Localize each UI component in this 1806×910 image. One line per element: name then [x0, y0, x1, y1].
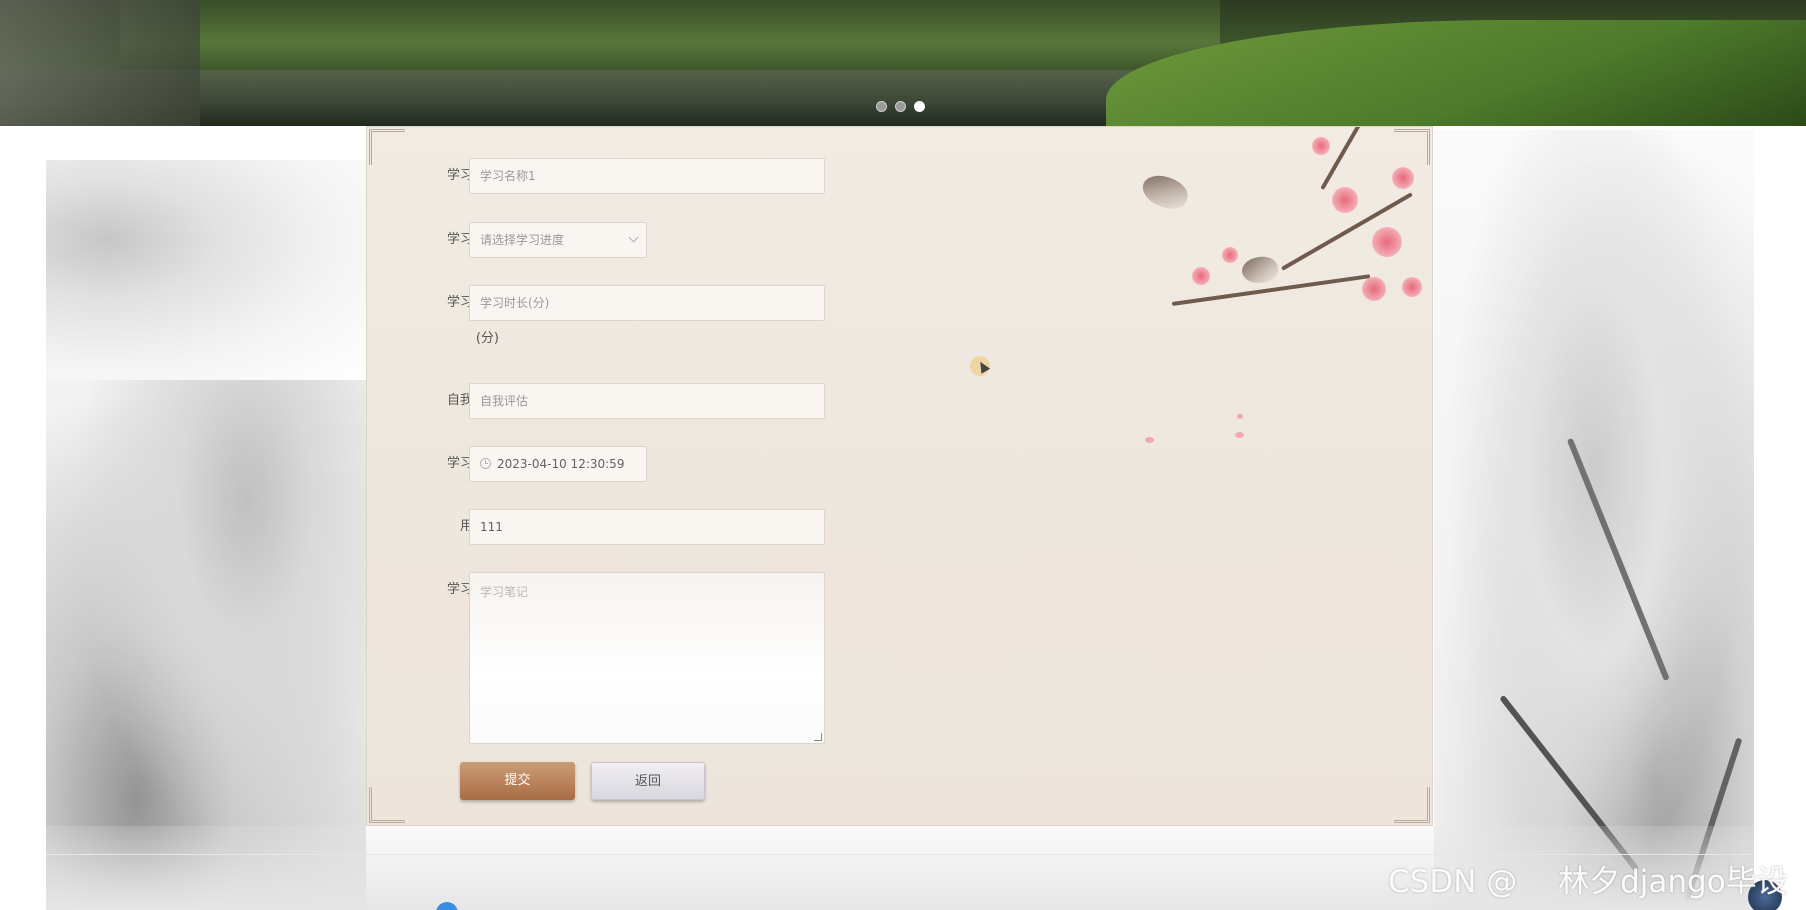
submit-button[interactable]: 提交: [460, 762, 575, 800]
petal: [1237, 414, 1243, 419]
blossom: [1192, 267, 1210, 285]
blossom: [1402, 277, 1422, 297]
carousel-dot-2[interactable]: [895, 101, 906, 112]
textarea-placeholder: 学习笔记: [480, 585, 529, 599]
study-duration-input[interactable]: 学习时长(分): [469, 285, 825, 321]
petal: [1145, 437, 1154, 443]
select-placeholder: 请选择学习进度: [480, 233, 565, 247]
resize-handle-icon[interactable]: [814, 733, 822, 741]
carousel-dot-1[interactable]: [876, 101, 887, 112]
study-notes-textarea[interactable]: 学习笔记: [469, 572, 825, 744]
divider: [46, 854, 1754, 855]
chevron-down-icon: [628, 232, 639, 243]
form-panel: 学习名称 学习名称1 学习进度 请选择学习进度 学习时长 (分) 学习时长(分)…: [366, 126, 1433, 826]
blossom: [1312, 137, 1330, 155]
blossom: [1362, 277, 1386, 301]
watermark-text: CSDN @ 林夕django毕设: [1388, 864, 1788, 900]
study-time-picker[interactable]: 2023-04-10 12:30:59: [469, 446, 647, 482]
branch: [1320, 127, 1384, 190]
clock-icon: [480, 458, 491, 469]
study-name-input[interactable]: 学习名称1: [469, 158, 825, 194]
username-input[interactable]: 111: [469, 509, 825, 545]
corner-ornament: [369, 129, 405, 165]
back-button[interactable]: 返回: [591, 762, 705, 800]
bird: [1138, 170, 1192, 214]
plum-blossom-decoration: [1132, 127, 1432, 457]
blossom: [1222, 247, 1238, 263]
banner-trees: [120, 0, 1220, 70]
petal: [1235, 432, 1244, 438]
study-progress-select[interactable]: 请选择学习进度: [469, 222, 647, 258]
datetime-value: 2023-04-10 12:30:59: [497, 457, 625, 471]
carousel-dot-3[interactable]: [914, 101, 925, 112]
self-assessment-input[interactable]: 自我评估: [469, 383, 825, 419]
carousel-indicators: [876, 101, 925, 112]
blossom: [1372, 227, 1402, 257]
reed-stroke: [1566, 437, 1670, 682]
ink-painting-right: [1434, 130, 1754, 910]
bird: [1240, 254, 1280, 286]
banner-stairs: [0, 0, 200, 126]
corner-ornament: [369, 787, 405, 823]
ink-painting-left-top: [46, 160, 366, 380]
corner-ornament: [1394, 787, 1430, 823]
blossom: [1392, 167, 1414, 189]
field-label-suffix: (分): [475, 331, 499, 346]
blossom: [1332, 187, 1358, 213]
banner-carousel: [0, 0, 1806, 126]
